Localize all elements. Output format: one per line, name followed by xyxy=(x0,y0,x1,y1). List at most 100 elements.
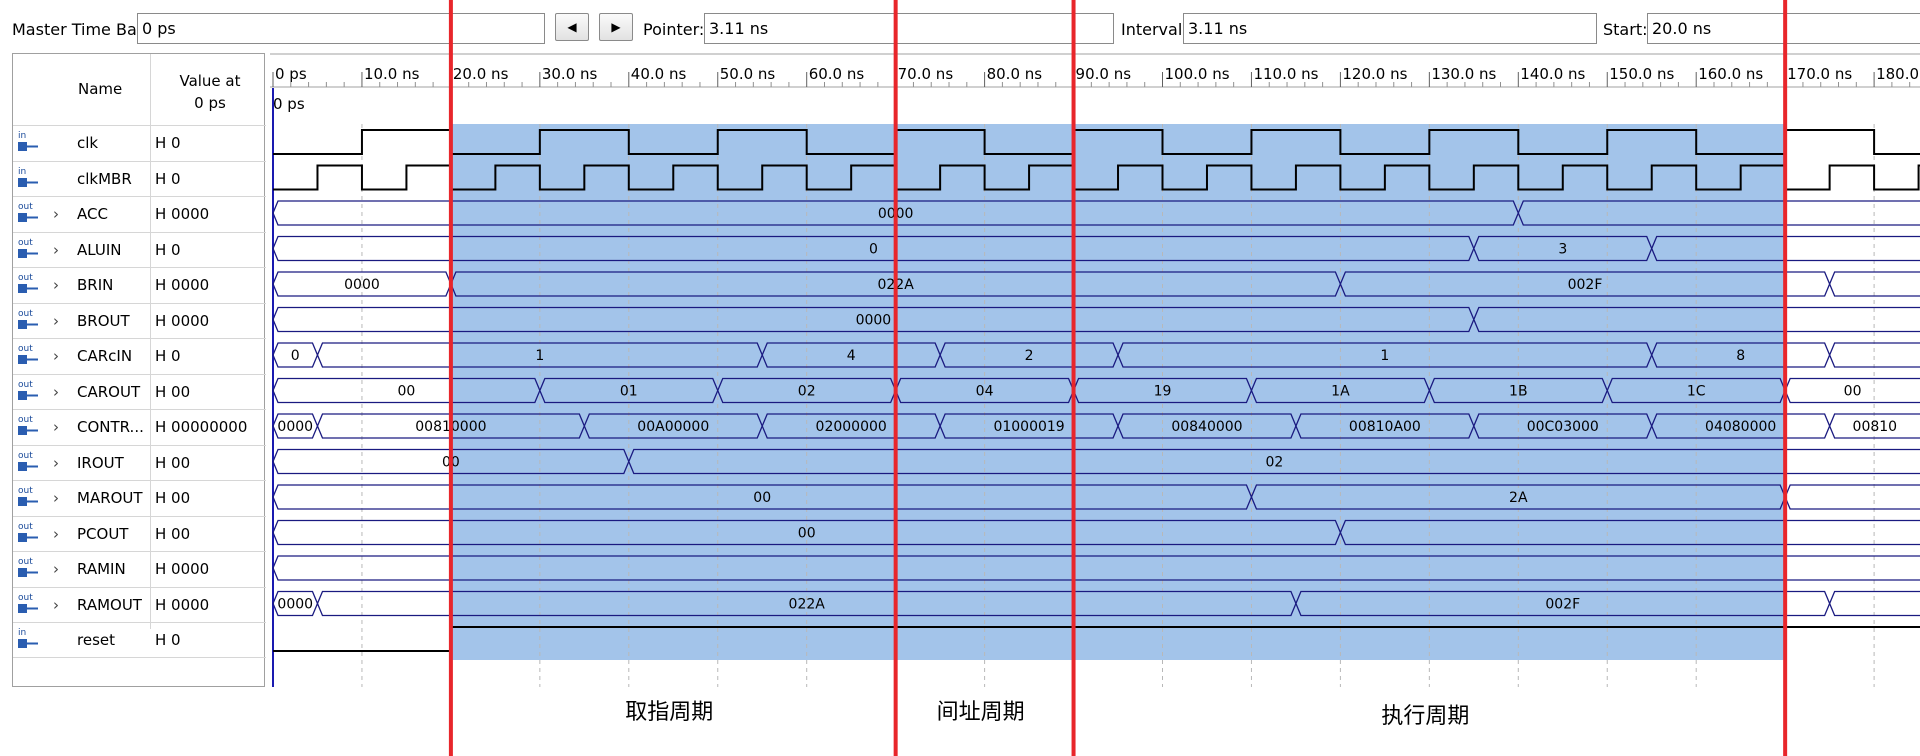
expand-chevron-icon[interactable]: › xyxy=(53,517,59,551)
signal-name: PCOUT xyxy=(77,524,129,543)
output-pin-icon: out xyxy=(18,202,38,222)
signal-row-brin[interactable]: out › BRIN H 0000 xyxy=(13,267,266,303)
expand-chevron-icon[interactable]: › xyxy=(53,197,59,231)
signal-value: H 0000 xyxy=(155,205,210,223)
bus-value-label: 00 xyxy=(442,455,460,471)
bus-value-label: 1C xyxy=(1687,384,1706,400)
signal-row-reset[interactable]: in reset H 0 xyxy=(13,622,266,658)
signal-row-acc[interactable]: out › ACC H 0000 xyxy=(13,196,266,232)
signal-name: IROUT xyxy=(77,453,124,472)
svg-text:out: out xyxy=(18,415,33,425)
expand-chevron-icon[interactable]: › xyxy=(53,339,59,373)
svg-text:in: in xyxy=(18,131,26,141)
pointer-label: Pointer: xyxy=(643,20,705,39)
bus-value-label: 2A xyxy=(1509,490,1528,506)
input-pin-icon: in xyxy=(18,131,38,151)
cursor-time-label: 0 ps xyxy=(273,95,305,113)
ruler-tick-label: 180.0 ns xyxy=(1876,65,1920,83)
signal-name: clk xyxy=(77,134,99,152)
output-pin-icon: out xyxy=(18,451,38,471)
bus-value-label: 1 xyxy=(535,348,544,364)
signal-row-carcin[interactable]: out › CARcIN H 0 xyxy=(13,338,266,374)
svg-text:out: out xyxy=(18,451,33,461)
expand-chevron-icon[interactable]: › xyxy=(53,304,59,338)
signal-row-ramout[interactable]: out › RAMOUT H 0000 xyxy=(13,586,266,623)
signal-row-clk[interactable]: in clk H 0 xyxy=(13,125,266,161)
svg-text:out: out xyxy=(18,593,33,603)
output-pin-icon: out xyxy=(18,309,38,329)
pointer-field[interactable]: 3.11 ns xyxy=(704,13,1114,44)
next-transition-button[interactable]: ▶ xyxy=(599,13,633,41)
signal-value: H 00000000 xyxy=(155,418,248,436)
name-column-header[interactable]: Name xyxy=(78,80,122,98)
prev-transition-button[interactable]: ◀ xyxy=(555,13,589,41)
master-time-bar-field[interactable]: 0 ps xyxy=(137,13,545,44)
interval-label: Interval: xyxy=(1121,20,1188,39)
expand-chevron-icon[interactable]: › xyxy=(53,375,59,409)
signal-name: CAROUT xyxy=(77,382,141,401)
start-field[interactable]: 20.0 ns xyxy=(1647,13,1920,44)
bus-value-label: 002F xyxy=(1545,597,1580,613)
bus-segment xyxy=(1828,590,1920,617)
signal-row-clkmbr[interactable]: in clkMBR H 0 xyxy=(13,160,266,197)
bus-value-label: 01 xyxy=(620,384,638,400)
signal-row-marout[interactable]: out › MAROUT H 00 xyxy=(13,480,266,516)
svg-text:out: out xyxy=(18,486,33,496)
signal-row-irout[interactable]: out › IROUT H 00 xyxy=(13,444,266,481)
signal-name: ACC xyxy=(77,205,108,223)
triangle-right-icon: ▶ xyxy=(611,20,621,34)
ruler-tick-label: 100.0 ns xyxy=(1165,65,1230,83)
ruler-tick-label: 170.0 ns xyxy=(1787,65,1852,83)
svg-text:out: out xyxy=(18,522,33,532)
signal-value: H 0000 xyxy=(155,560,210,578)
bus-value-label: 3 xyxy=(1558,242,1567,258)
bus-value-label: 0000 xyxy=(277,597,313,613)
bus-value-label: 0000 xyxy=(856,313,892,329)
signal-name: ALUIN xyxy=(77,240,122,259)
bus-segment xyxy=(1828,271,1920,297)
expand-chevron-icon[interactable]: › xyxy=(53,410,59,444)
output-pin-icon: out xyxy=(18,273,38,293)
signal-row-pcout[interactable]: out › PCOUT H 00 xyxy=(13,515,266,552)
waveform-panel[interactable]: 0 ps 10.0 ns 20.0 ns 30.0 ns 40.0 ns 50.0 ns 6… xyxy=(270,53,1920,687)
expand-chevron-icon[interactable]: › xyxy=(53,552,59,586)
output-pin-icon: out xyxy=(18,380,38,400)
signal-row-aluin[interactable]: out › ALUIN H 0 xyxy=(13,231,266,268)
bus-value-label: 0000 xyxy=(277,419,313,435)
expand-chevron-icon[interactable]: › xyxy=(53,588,59,622)
signal-row-carout[interactable]: out › CAROUT H 00 xyxy=(13,373,266,410)
ruler-tick-label: 40.0 ns xyxy=(631,65,687,83)
bus-value-label: 02000000 xyxy=(816,419,887,435)
signal-value: H 0 xyxy=(155,240,181,259)
output-pin-icon: out xyxy=(18,557,38,577)
bus-value-label: 02 xyxy=(798,384,816,400)
bus-value-label: 0 xyxy=(869,242,878,258)
phase-label: 间址周期 xyxy=(936,700,1025,725)
phase-label: 执行周期 xyxy=(1381,704,1470,729)
value-column-header[interactable]: Value at 0 ps xyxy=(155,70,265,114)
ruler-tick-label: 130.0 ns xyxy=(1431,65,1496,83)
signal-row-brout[interactable]: out › BROUT H 0000 xyxy=(13,302,266,339)
expand-chevron-icon[interactable]: › xyxy=(53,481,59,515)
ruler-tick-label: 0 ps xyxy=(275,65,307,83)
bus-value-label: 1A xyxy=(1331,384,1350,400)
signal-name: MAROUT xyxy=(77,489,143,507)
ruler-tick-label: 110.0 ns xyxy=(1253,65,1318,83)
expand-chevron-icon[interactable]: › xyxy=(53,446,59,480)
signal-row-ramin[interactable]: out › RAMIN H 0000 xyxy=(13,551,266,587)
signal-list-panel: Name Value at 0 ps in clk H 0 in clkMBR H 0 ou… xyxy=(12,53,266,687)
ruler-tick-label: 90.0 ns xyxy=(1076,65,1132,83)
waveform-canvas[interactable]: 0 ps 10.0 ns 20.0 ns 30.0 ns 40.0 ns 50.0 ns 6… xyxy=(270,53,1920,687)
expand-chevron-icon[interactable]: › xyxy=(53,268,59,302)
svg-text:out: out xyxy=(18,344,33,354)
signal-name: BROUT xyxy=(77,311,130,330)
start-label: Start: xyxy=(1603,20,1648,39)
phase-label: 取指周期 xyxy=(625,700,714,725)
ruler-tick-label: 20.0 ns xyxy=(453,65,509,83)
signal-value: H 00 xyxy=(155,382,191,401)
signal-value: H 00 xyxy=(155,524,191,543)
expand-chevron-icon[interactable]: › xyxy=(53,233,59,267)
signal-row-contr[interactable]: out › CONTR... H 00000000 xyxy=(13,409,266,445)
interval-field[interactable]: 3.11 ns xyxy=(1183,13,1597,44)
triangle-left-icon: ◀ xyxy=(567,20,577,34)
